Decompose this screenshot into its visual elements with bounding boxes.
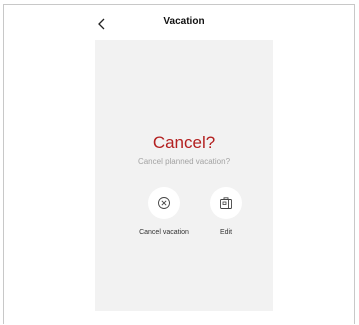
top-bar: Vacation — [95, 12, 273, 36]
dialog-heading: Cancel? — [152, 133, 216, 152]
edit-label: Edit — [219, 229, 233, 236]
cancel-vacation-icon-circle — [148, 187, 180, 219]
page-title: Vacation — [163, 16, 205, 27]
cancel-dialog: Cancel? Cancel planned vacation? Cancel … — [95, 40, 273, 311]
edit-icon-circle — [210, 187, 242, 219]
close-circle-icon — [158, 197, 170, 209]
dialog-subtitle: Cancel planned vacation? — [137, 157, 231, 166]
cancel-vacation-label: Cancel vacation — [139, 229, 189, 236]
edit-button[interactable]: Edit — [186, 187, 266, 236]
suitcase-icon — [220, 197, 232, 209]
